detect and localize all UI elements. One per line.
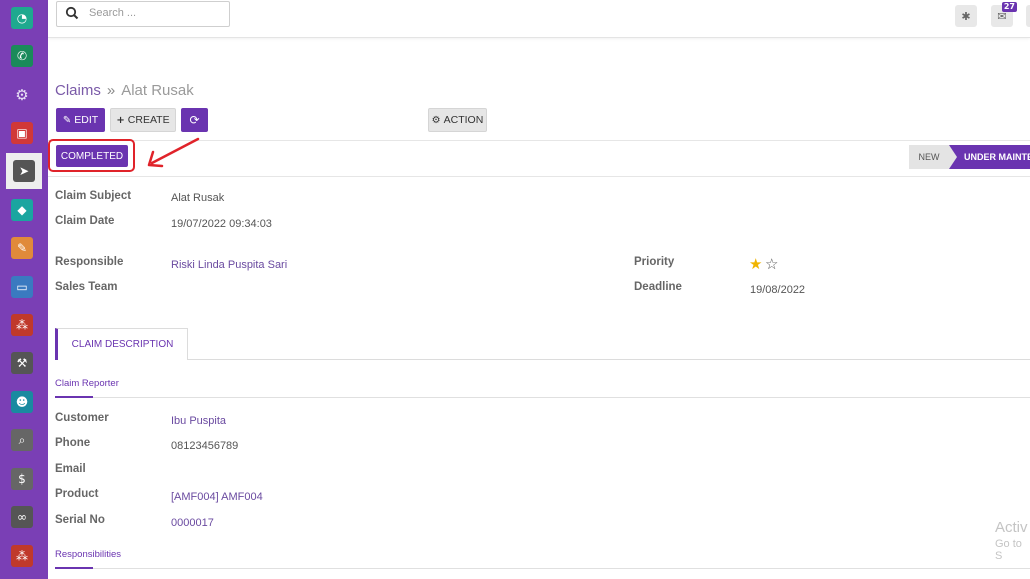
customer-value[interactable]: Ibu Puspita (171, 415, 226, 427)
breadcrumb-separator: » (106, 82, 116, 99)
edit-button-label: EDIT (74, 114, 99, 126)
serial-no-label: Serial No (55, 514, 105, 526)
claim-subject-value: Alat Rusak (171, 192, 225, 204)
boxes-alt-icon[interactable]: ⁂ (11, 545, 33, 567)
hammer-icon[interactable]: ⚒ (11, 352, 33, 374)
create-button[interactable]: + CREATE (110, 108, 176, 132)
claim-reporter-underline (55, 396, 93, 398)
tab-claim-description[interactable]: CLAIM DESCRIPTION (55, 328, 188, 360)
responsible-label: Responsible (55, 256, 124, 268)
breadcrumb-current: Alat Rusak (121, 82, 194, 99)
priority-label: Priority (634, 256, 675, 268)
action-button[interactable]: ⚙ ACTION (428, 108, 487, 132)
breadcrumb-claims-link[interactable]: Claims (55, 82, 101, 99)
status-divider (48, 176, 1030, 177)
customer-label: Customer (55, 412, 109, 424)
user-menu-button[interactable] (1026, 5, 1030, 27)
messages-button[interactable]: ✉ 27 (991, 2, 1017, 27)
claim-date-label: Claim Date (55, 215, 115, 227)
messages-badge: 27 (1001, 2, 1017, 12)
refresh-icon: ⟳ (189, 113, 200, 127)
card-icon[interactable]: ▭ (11, 276, 33, 298)
claim-reporter-divider (55, 397, 1030, 398)
email-label: Email (55, 463, 86, 475)
bug-icon[interactable]: ✱ (955, 5, 977, 27)
stage-under-maintenance[interactable]: UNDER MAINTENANCE (949, 145, 1030, 169)
gear-icon: ⚙ (431, 114, 441, 126)
edit-button[interactable]: ✎ EDIT (56, 108, 105, 132)
responsible-value[interactable]: Riski Linda Puspita Sari (171, 259, 287, 271)
responsibilities-underline (55, 567, 93, 569)
deadline-label: Deadline (634, 281, 682, 293)
create-button-label: CREATE (127, 114, 170, 126)
refresh-button[interactable]: ⟳ (181, 108, 208, 132)
boxes-icon[interactable]: ⁂ (11, 314, 33, 336)
search-doc-icon[interactable]: ⌕ (11, 429, 33, 451)
serial-no-value[interactable]: 0000017 (171, 517, 214, 529)
claim-reporter-section-title: Claim Reporter (55, 378, 119, 389)
pencil-icon: ✎ (62, 114, 72, 126)
priority-star-empty-icon[interactable]: ☆ (765, 257, 778, 272)
activation-watermark-subtitle: Go to S (995, 538, 1022, 562)
priority-star-filled-icon[interactable]: ★ (749, 257, 762, 272)
search-input[interactable] (89, 5, 219, 21)
sales-team-label: Sales Team (55, 281, 118, 293)
user-money-icon[interactable]: $ (11, 468, 33, 490)
tag-icon[interactable]: ◆ (11, 199, 33, 221)
link-icon[interactable]: ∞ (11, 506, 33, 528)
product-value[interactable]: [AMF004] AMF004 (171, 491, 263, 503)
send-icon[interactable]: ➤ (6, 153, 42, 189)
tab-baseline (188, 359, 1030, 360)
plus-icon: + (116, 114, 125, 126)
app-sidebar: ◔ ✆ ⚙ ▣ ➤ ◆ ✎ ▭ ⁂ ⚒ ☻ ⌕ $ ∞ ⁂ (0, 0, 48, 579)
top-bar: ✱ ✉ 27 (48, 0, 1030, 38)
stage-arrow (949, 145, 957, 169)
activation-watermark-title: Activ (995, 519, 1028, 536)
responsibilities-divider (55, 568, 1030, 569)
annotation-arrow-icon (147, 137, 200, 168)
stage-new[interactable]: NEW (909, 145, 949, 169)
deadline-value: 19/08/2022 (750, 284, 806, 296)
camera-settings-icon[interactable]: ⚙ (11, 84, 33, 106)
vehicle-icon[interactable]: ▣ (11, 122, 33, 144)
action-button-label: ACTION (443, 114, 484, 126)
phone-label: Phone (55, 437, 91, 449)
search-icon (65, 6, 79, 20)
claim-date-value: 19/07/2022 09:34:03 (171, 218, 272, 230)
annotation-highlight-box (48, 139, 135, 172)
search-box[interactable] (56, 1, 230, 27)
team-icon[interactable]: ☻ (11, 391, 33, 413)
breadcrumb: Claims » Alat Rusak (55, 82, 194, 99)
whatsapp-icon[interactable]: ✆ (11, 45, 33, 67)
responsibilities-section-title: Responsibilities (55, 549, 122, 560)
claim-subject-label: Claim Subject (55, 190, 132, 202)
phone-value: 08123456789 (171, 440, 239, 452)
dashboard-icon[interactable]: ◔ (11, 7, 33, 29)
product-label: Product (55, 488, 99, 500)
edit-note-icon[interactable]: ✎ (11, 237, 33, 259)
